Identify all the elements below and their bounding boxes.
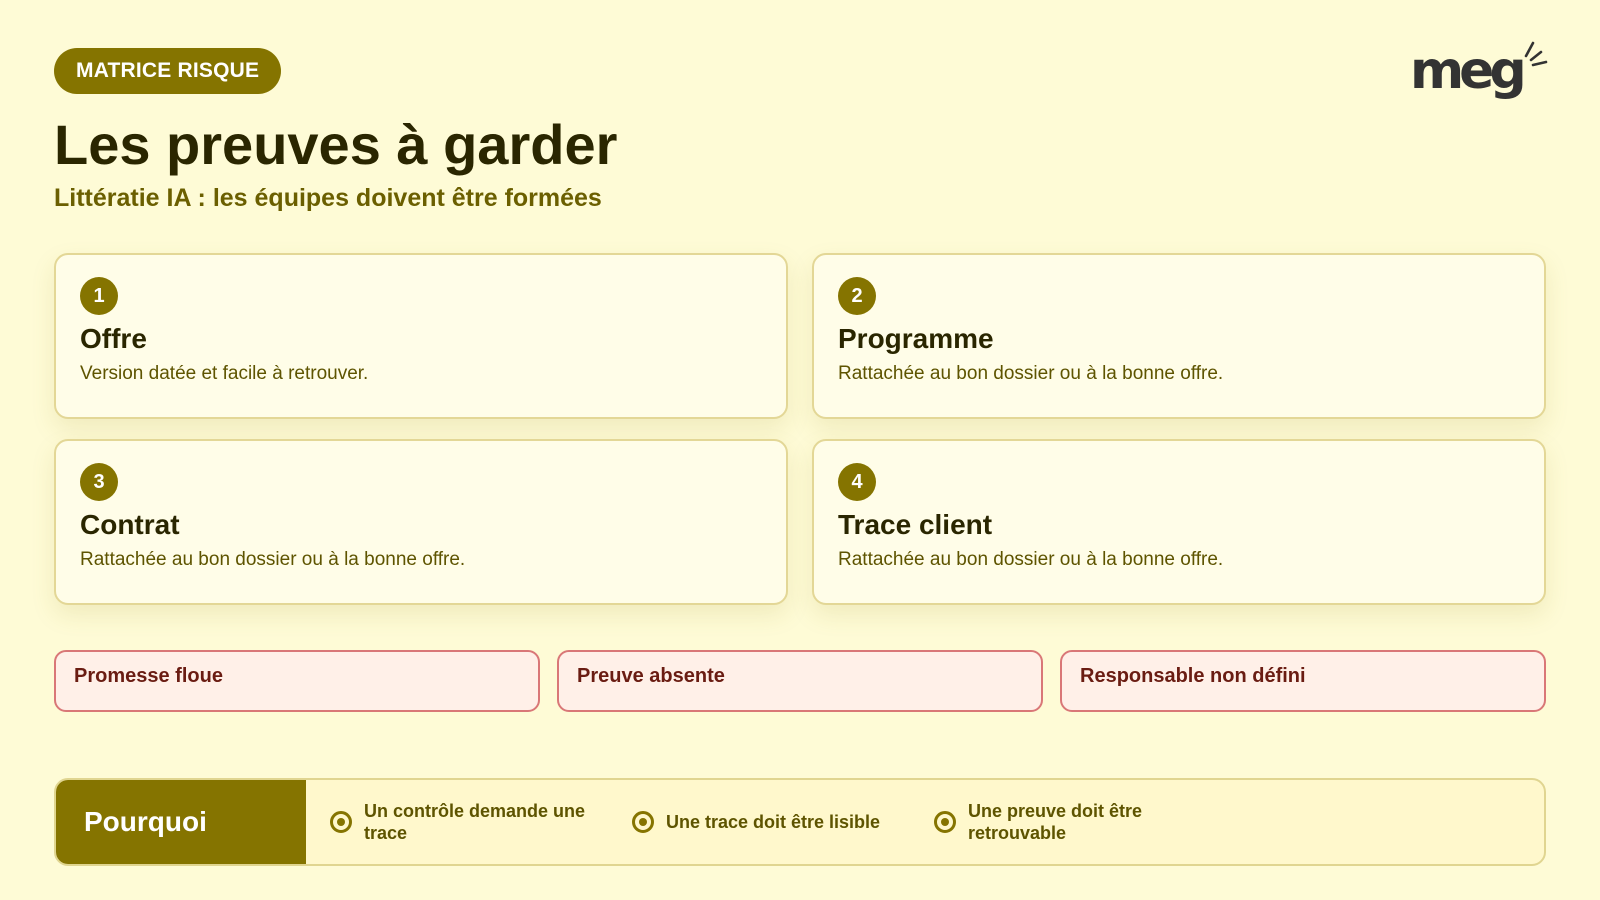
page-subtitle: Littératie IA : les équipes doivent être…: [54, 184, 602, 212]
logo-sparkle-icon: [1524, 41, 1548, 67]
card-title: Trace client: [838, 509, 993, 540]
card-number: 2: [838, 277, 876, 315]
card-title: Programme: [838, 323, 994, 354]
target-icon: [330, 811, 352, 833]
page-title: Les preuves à garder: [54, 113, 618, 176]
why-item-text: Une preuve doit être retrouvable: [968, 801, 1143, 843]
evidence-card: 3 Contrat Rattachée au bon dossier ou à …: [54, 439, 788, 605]
logo-wordmark: meg: [1410, 41, 1527, 101]
risk-tag: Preuve absente: [557, 650, 1043, 712]
target-icon: [632, 811, 654, 833]
card-number: 3: [80, 463, 118, 501]
card-description: Rattachée au bon dossier ou à la bonne o…: [80, 549, 466, 570]
card-number: 4: [838, 463, 876, 501]
why-item-text: Un contrôle demande une trace: [364, 801, 586, 843]
why-item: Un contrôle demande une trace: [330, 780, 600, 864]
card-description: Version datée et facile à retrouver.: [80, 363, 369, 384]
card-description: Rattachée au bon dossier ou à la bonne o…: [838, 549, 1224, 570]
evidence-card: 4 Trace client Rattachée au bon dossier …: [812, 439, 1546, 605]
card-description: Rattachée au bon dossier ou à la bonne o…: [838, 363, 1224, 384]
category-badge: MATRICE RISQUE: [54, 48, 282, 94]
why-item: Une preuve doit être retrouvable: [934, 780, 1164, 864]
evidence-card: 1 Offre Version datée et facile à retrou…: [54, 253, 788, 419]
target-icon: [934, 811, 956, 833]
card-title: Offre: [80, 323, 147, 354]
card-number: 1: [80, 277, 118, 315]
risk-tag: Promesse floue: [54, 650, 540, 712]
meg-logo: meg: [1410, 36, 1550, 106]
why-item: Une trace doit être lisible: [632, 780, 922, 864]
card-title: Contrat: [80, 509, 180, 540]
risk-tag: Responsable non défini: [1060, 650, 1546, 712]
why-item-text: Une trace doit être lisible: [666, 812, 881, 832]
why-label: Pourquoi: [56, 780, 306, 864]
evidence-card: 2 Programme Rattachée au bon dossier ou …: [812, 253, 1546, 419]
why-banner: Pourquoi Un contrôle demande une trace U…: [54, 778, 1546, 866]
